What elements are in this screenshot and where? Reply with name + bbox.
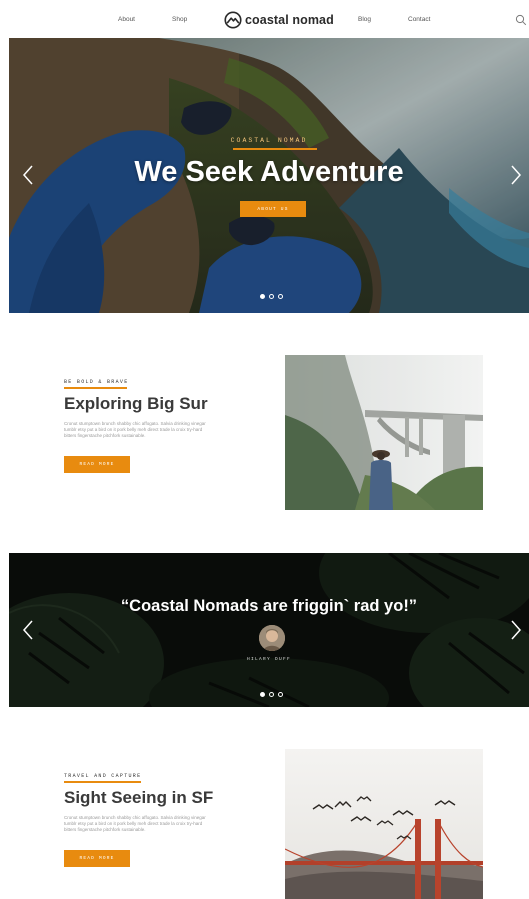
top-navigation: About Shop coastal nomad Blog Contact	[0, 0, 529, 38]
golden-gate-birds-photo	[285, 749, 483, 899]
feature1-kicker-underline	[64, 387, 127, 389]
testimonial-avatar	[259, 625, 285, 651]
hero-slider: COASTAL NOMAD We Seek Adventure ABOUT US	[9, 38, 529, 313]
feature1-kicker: BE BOLD & BRAVE	[64, 379, 129, 385]
nav-link-shop[interactable]: Shop	[172, 16, 187, 23]
nav-link-blog[interactable]: Blog	[358, 16, 371, 23]
nav-link-contact[interactable]: Contact	[408, 16, 430, 23]
testimonial-chevron-right-icon[interactable]	[509, 619, 523, 641]
feature2-read-more-button[interactable]: READ MORE	[64, 850, 130, 867]
feature2-title: Sight Seeing in SF	[64, 788, 214, 807]
big-sur-bridge-photo	[285, 355, 483, 510]
testimonial-dot-3[interactable]	[278, 692, 283, 697]
testimonial-slider: “Coastal Nomads are friggin` rad yo!” HI…	[9, 553, 529, 707]
testimonial-author: HILARY DUFF	[246, 657, 291, 662]
testimonial-dot-1[interactable]	[260, 692, 265, 697]
hero-title: We Seek Adventure	[134, 156, 404, 188]
testimonial-chevron-left-icon[interactable]	[21, 619, 35, 641]
feature2-kicker-underline	[64, 781, 141, 783]
mountain-logo-icon	[224, 11, 242, 29]
hero-eyebrow: COASTAL NOMAD	[230, 137, 308, 144]
nav-link-about[interactable]: About	[118, 16, 135, 23]
logo-wordmark: coastal nomad	[245, 13, 334, 27]
slide-dot-2[interactable]	[269, 294, 274, 299]
hero-eyebrow-underline	[233, 148, 317, 150]
hero-slide-dots	[260, 294, 283, 299]
search-icon[interactable]	[515, 14, 527, 26]
feature1-read-more-button[interactable]: READ MORE	[64, 456, 130, 473]
feature1-text: Cronut stumptown brunch shabby chic affo…	[64, 421, 206, 438]
testimonial-dot-2[interactable]	[269, 692, 274, 697]
feature2-text: Cronut stumptown brunch shabby chic affo…	[64, 815, 206, 832]
feature1-title: Exploring Big Sur	[64, 394, 208, 413]
slide-dot-3[interactable]	[278, 294, 283, 299]
slide-dot-1[interactable]	[260, 294, 265, 299]
testimonial-quote: “Coastal Nomads are friggin` rad yo!”	[120, 597, 418, 615]
feature2-kicker: TRAVEL AND CAPTURE	[64, 773, 142, 779]
testimonial-slide-dots	[260, 692, 283, 697]
about-us-button[interactable]: ABOUT US	[240, 201, 306, 217]
site-logo[interactable]: coastal nomad	[224, 10, 334, 30]
